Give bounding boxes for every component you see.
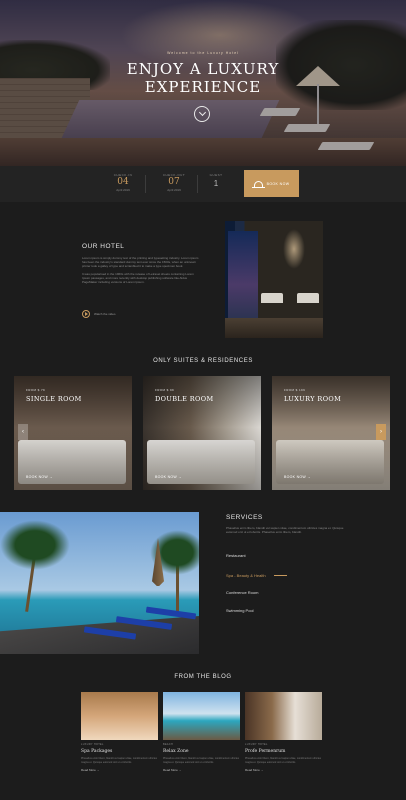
divider [145,175,146,193]
service-item-conference[interactable]: Conference Room [226,590,258,595]
blog-card[interactable]: LUXURY HOTEL Profe Permenrum Phasellus e… [245,692,322,772]
services-pool-image [0,512,199,654]
checkin-field[interactable]: CHECK-IN 04 April 2019 [112,173,134,192]
watch-video-link[interactable]: Watch the video [82,310,115,318]
blog-excerpt: Phasellus enim libero, blandit vel sapie… [245,757,322,764]
chevron-left-icon: ‹ [22,429,24,435]
prev-room-button[interactable]: ‹ [18,424,28,440]
blog-image-beach [163,692,240,740]
checkin-day: 04 [117,177,129,187]
room-card-double[interactable]: FROM $ 99 DOUBLE ROOM BOOK NOW → [143,376,261,490]
room-card-luxury[interactable]: FROM $ 199 LUXURY ROOM BOOK NOW → [272,376,390,490]
hotel-section-title: OUR HOTEL [82,243,125,250]
hero-banner: Welcome to the Luxury Hotel ENJOY A LUXU… [0,0,406,166]
booking-bar: CHECK-IN 04 April 2019 CHECK-OUT 07 Apri… [0,166,406,202]
service-item-spa[interactable]: Spa - Beauty & Health [226,573,266,578]
room-price: FROM $ 99 [155,388,175,392]
lobby-lamp-glow [283,229,305,269]
suites-section-title: ONLY SUITES & RESIDENCES [153,358,253,364]
read-more-link[interactable]: Read More → [163,768,240,772]
hero-title: ENJOY A LUXURY EXPERIENCE [0,60,406,96]
room-name: LUXURY ROOM [284,395,342,403]
blog-excerpt: Phasellus enim libero, blandit vel sapie… [81,757,158,764]
divider [197,175,198,193]
blog-excerpt: Phasellus enim libero, blandit vel sapie… [163,757,240,764]
pool-deck [0,616,199,654]
active-service-indicator [274,575,287,576]
book-now-label: BOOK NOW [266,181,290,186]
blog-post-title[interactable]: Relax Zone [163,749,240,754]
services-section-title: SERVICES [226,514,263,521]
room-overlay [272,376,390,490]
blog-category: BEACH [163,743,174,746]
chevron-right-icon: › [380,429,382,435]
next-room-button[interactable]: › [376,424,386,440]
blog-post-title[interactable]: Profe Permenrum [245,749,322,754]
chevron-down-icon [198,108,206,117]
room-name: SINGLE ROOM [26,395,82,403]
blog-category: LUXURY HOTEL [81,743,104,746]
room-price: FROM $ 79 [26,388,46,392]
hotel-paragraph: Lorem ipsum is simply dummy text of the … [82,256,199,268]
guests-label: GUEST [209,173,223,177]
checkout-day: 07 [168,177,180,187]
checkin-month: April 2019 [116,188,130,192]
read-more-link[interactable]: Read More → [245,768,322,772]
hotel-description: Lorem ipsum is simply dummy text of the … [82,256,199,284]
lobby-floor [225,318,323,338]
lobby-chair [297,293,319,303]
guests-value: 1 [213,179,219,188]
service-item-pool[interactable]: Swimming Pool [226,608,254,613]
blog-post-title[interactable]: Spa Packages [81,749,158,754]
hero-title-line1: ENJOY A LUXURY [126,60,280,78]
blog-card[interactable]: LUXURY HOTEL Spa Packages Phasellus enim… [81,692,158,772]
guests-field[interactable]: GUEST 1 [208,173,224,188]
reception-bell-icon [251,180,265,188]
room-overlay [143,376,261,490]
service-item-restaurant[interactable]: Restaurant [226,553,246,558]
blog-card[interactable]: BEACH Relax Zone Phasellus enim libero, … [163,692,240,772]
hotel-lobby-image [225,221,323,338]
play-icon [82,310,90,318]
hero-eyebrow: Welcome to the Luxury Hotel [167,51,239,55]
blog-section-title: FROM THE BLOG [174,674,232,680]
room-book-link[interactable]: BOOK NOW → [155,475,182,479]
room-name: DOUBLE ROOM [155,395,214,403]
watch-video-label: Watch the video [94,312,116,316]
lobby-window [228,231,258,321]
services-description: Phasellus enim libero, blandit vel sapie… [226,526,344,534]
room-book-link[interactable]: BOOK NOW → [26,475,53,479]
checkout-month: April 2019 [167,188,181,192]
book-now-button[interactable]: BOOK NOW [244,170,299,197]
room-overlay [14,376,132,490]
pool-lounger [145,606,197,620]
lobby-chair [261,293,283,303]
room-price: FROM $ 199 [284,388,306,392]
palm-leaves [0,520,70,570]
blog-category: LUXURY HOTEL [245,743,268,746]
room-book-link[interactable]: BOOK NOW → [284,475,311,479]
blog-image-room [245,692,322,740]
checkout-field[interactable]: CHECK-OUT 07 April 2019 [162,173,186,192]
blog-image-spa [81,692,158,740]
read-more-link[interactable]: Read More → [81,768,158,772]
hero-title-line2: EXPERIENCE [144,78,262,96]
hotel-paragraph: It was popularised in the 1960s with the… [82,272,194,284]
scroll-down-button[interactable] [194,106,210,122]
room-card-single[interactable]: FROM $ 79 SINGLE ROOM BOOK NOW → [14,376,132,490]
